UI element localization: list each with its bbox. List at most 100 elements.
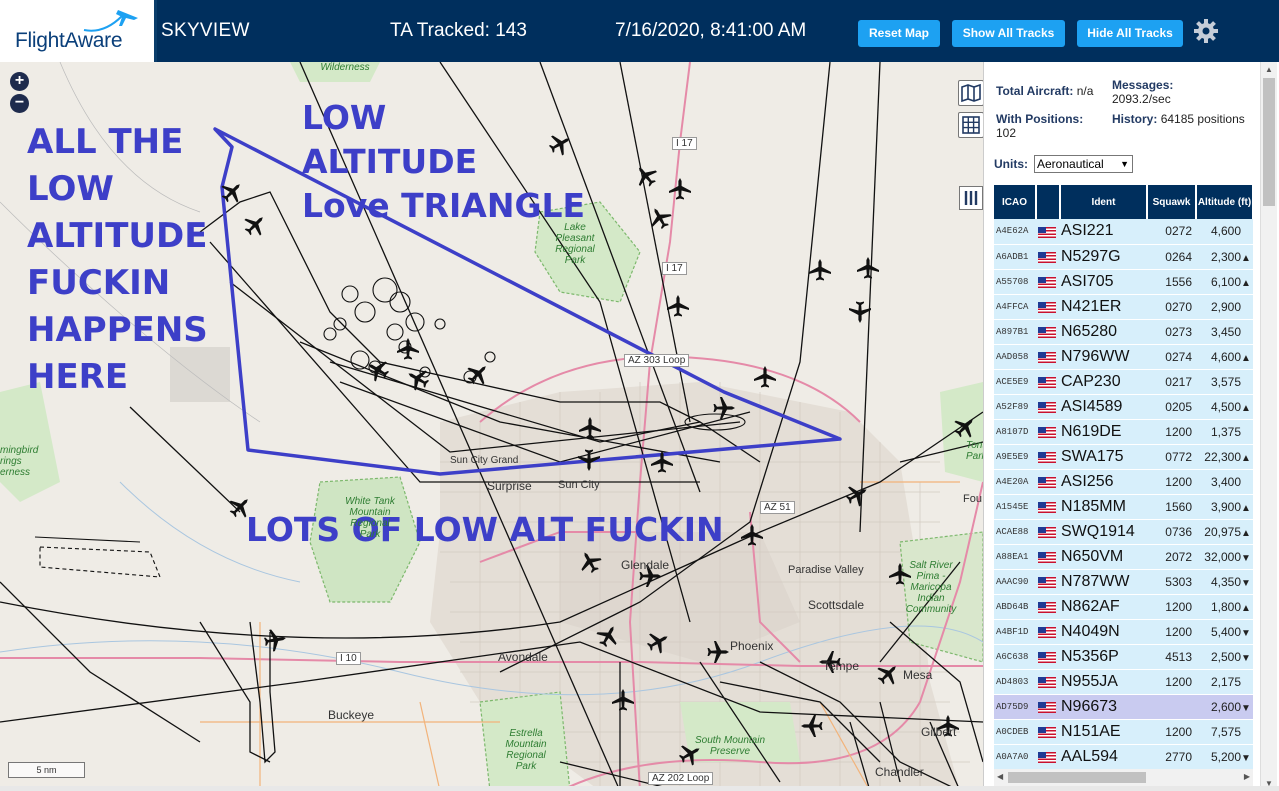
col-ident[interactable]: Ident: [1060, 185, 1148, 219]
ident-cell: N5297G: [1060, 244, 1147, 270]
table-row[interactable]: AD4803 N955JA 1200 2,175: [994, 669, 1253, 695]
icao-cell: A4BF1D: [994, 619, 1036, 645]
flag-cell: [1036, 569, 1060, 595]
scroll-right-icon[interactable]: ▶: [1244, 772, 1250, 781]
table-row[interactable]: A88EA1 N650VM 2072 32,000▼: [994, 544, 1253, 570]
table-row[interactable]: A4E20A ASI256 1200 3,400: [994, 469, 1253, 495]
table-row[interactable]: ACE5E9 CAP230 0217 3,575: [994, 369, 1253, 395]
col-squawk[interactable]: Squawk: [1147, 185, 1197, 219]
show-all-tracks-button[interactable]: Show All Tracks: [952, 20, 1065, 47]
table-row[interactable]: A9E5E9 SWA175 0772 22,300▲: [994, 444, 1253, 470]
ident-cell: ASI4589: [1060, 394, 1147, 420]
ident-cell: N619DE: [1060, 419, 1147, 445]
table-row[interactable]: A52F89 ASI4589 0205 4,500▲: [994, 394, 1253, 420]
flag-cell: [1036, 444, 1060, 470]
altitude-value: 5,200: [1210, 749, 1241, 764]
squawk-cell: 0772: [1147, 444, 1196, 470]
flag-cell: [1036, 594, 1060, 620]
table-row[interactable]: A8107D N619DE 1200 1,375: [994, 419, 1253, 445]
table-row[interactable]: AD75D9 N96673 2,600▼: [994, 694, 1253, 720]
ident-cell: ASI221: [1060, 219, 1147, 245]
table-row[interactable]: A0A7A0 AAL594 2770 5,200▼: [994, 744, 1253, 770]
horizontal-scrollbar[interactable]: ◀ ▶: [994, 769, 1253, 786]
ident-cell: N862AF: [1060, 594, 1147, 620]
ident-cell: N96673: [1060, 694, 1147, 720]
altitude-trend-icon: ▲: [1241, 527, 1251, 539]
icao-cell: A1545E: [994, 494, 1036, 520]
gear-icon[interactable]: [1193, 18, 1219, 44]
zoom-out-button[interactable]: −: [10, 94, 29, 113]
table-row[interactable]: A6ADB1 N5297G 0264 2,300▲: [994, 244, 1253, 270]
tracked-count: TA Tracked: 143: [390, 20, 527, 41]
col-icao[interactable]: ICAO: [994, 185, 1037, 219]
flightaware-logo[interactable]: FlightAware: [0, 0, 157, 62]
ident-cell: N787WW: [1060, 569, 1147, 595]
grid-toggle-button[interactable]: [958, 112, 983, 138]
flag-cell: [1036, 494, 1060, 520]
squawk-cell: 4513: [1147, 644, 1196, 670]
altitude-trend-icon: ▼: [1241, 627, 1251, 639]
hide-all-tracks-button[interactable]: Hide All Tracks: [1077, 20, 1183, 47]
highway-shield: I 17: [672, 137, 697, 150]
park-label: Lake Pleasant Regional Park: [555, 222, 595, 266]
city-label: Phoenix: [730, 639, 774, 653]
altitude-cell: 2,300▲: [1196, 244, 1253, 270]
map-layers-button[interactable]: [958, 80, 983, 106]
us-flag-icon: [1038, 526, 1056, 538]
table-row[interactable]: A4FFCA N421ER 0270 2,900: [994, 294, 1253, 320]
icao-cell: A0A7A0: [994, 744, 1036, 770]
squawk-cell: 0736: [1147, 519, 1196, 545]
table-row[interactable]: AAAC90 N787WW 5303 4,350▼: [994, 569, 1253, 595]
city-label: Sun City Grand: [450, 455, 519, 466]
altitude-cell: 22,300▲: [1196, 444, 1253, 470]
vertical-scrollbar[interactable]: ▲ ▼: [1260, 62, 1277, 791]
squawk-cell: 0217: [1147, 369, 1196, 395]
scroll-left-icon[interactable]: ◀: [997, 772, 1003, 781]
columns-icon: [964, 191, 978, 205]
altitude-cell: 2,900: [1196, 294, 1253, 320]
altitude-cell: 3,450: [1196, 319, 1253, 345]
altitude-cell: 5,200▼: [1196, 744, 1253, 770]
column-toggle-button[interactable]: [959, 186, 983, 210]
table-row[interactable]: A4BF1D N4049N 1200 5,400▼: [994, 619, 1253, 645]
horizontal-scroll-thumb[interactable]: [1008, 772, 1146, 783]
altitude-cell: 1,375: [1196, 419, 1253, 445]
table-row[interactable]: A1545E N185MM 1560 3,900▲: [994, 494, 1253, 520]
table-row[interactable]: ABD64B N862AF 1200 1,800▲: [994, 594, 1253, 620]
altitude-value: 32,000: [1204, 549, 1241, 564]
window-bottom-bar: [0, 786, 1279, 791]
table-row[interactable]: A6C638 N5356P 4513 2,500▼: [994, 644, 1253, 670]
park-label: Wilderness: [320, 62, 370, 73]
altitude-value: 4,500: [1210, 399, 1241, 414]
icao-cell: A6ADB1: [994, 244, 1036, 270]
table-row[interactable]: A897B1 N65280 0273 3,450: [994, 319, 1253, 345]
messages-label: Messages:: [1112, 78, 1174, 92]
table-row[interactable]: A4E62A ASI221 0272 4,600: [994, 219, 1253, 245]
table-row[interactable]: A0CDEB N151AE 1200 7,575: [994, 719, 1253, 745]
reset-map-button[interactable]: Reset Map: [858, 20, 940, 47]
aircraft-sidebar: Total Aircraft: n/a With Positions: 102 …: [959, 62, 1279, 791]
map-canvas[interactable]: + − 5 nm ALL THE LOW ALTITUDE FUCKIN HAP…: [0, 62, 983, 791]
altitude-cell: 2,600▼: [1196, 694, 1253, 720]
col-flag[interactable]: [1036, 185, 1061, 219]
scroll-up-icon[interactable]: ▲: [1265, 65, 1273, 74]
vertical-scroll-thumb[interactable]: [1263, 78, 1275, 206]
units-selected-value: Aeronautical: [1037, 157, 1104, 171]
units-dropdown[interactable]: Aeronautical ▼: [1034, 155, 1133, 173]
altitude-cell: 6,100▲: [1196, 269, 1253, 295]
ident-cell: N4049N: [1060, 619, 1147, 645]
highway-shield: AZ 51: [760, 501, 795, 514]
icao-cell: A8107D: [994, 419, 1036, 445]
altitude-trend-icon: ▼: [1241, 702, 1251, 714]
squawk-cell: [1147, 694, 1196, 720]
altitude-value: 5,400: [1210, 624, 1241, 639]
icao-cell: A88EA1: [994, 544, 1036, 570]
us-flag-icon: [1038, 426, 1056, 438]
highway-shield: AZ 303 Loop: [624, 354, 690, 367]
col-altitude[interactable]: Altitude (ft): [1196, 185, 1254, 219]
table-header-row: ICAO Ident Squawk Altitude (ft): [994, 185, 1254, 219]
table-row[interactable]: ACAE88 SWQ1914 0736 20,975▲: [994, 519, 1253, 545]
zoom-in-button[interactable]: +: [10, 72, 29, 91]
table-row[interactable]: AAD058 N796WW 0274 4,600▲: [994, 344, 1253, 370]
table-row[interactable]: A55708 ASI705 1556 6,100▲: [994, 269, 1253, 295]
